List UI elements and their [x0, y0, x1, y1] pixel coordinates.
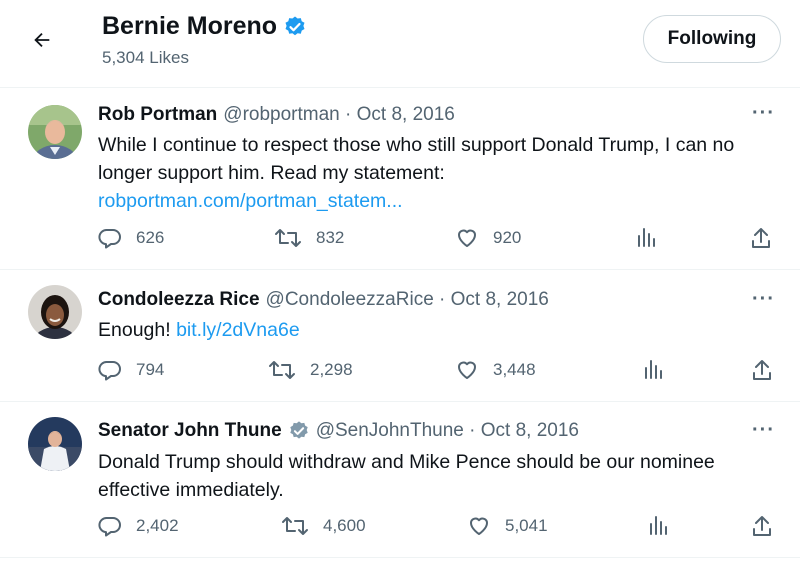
- author-handle-date[interactable]: @robportman · Oct 8, 2016: [223, 104, 455, 126]
- author-handle-date[interactable]: @CondoleezzaRice · Oct 8, 2016: [266, 289, 549, 311]
- profile-header: Bernie Moreno 5,304 Likes Following: [0, 0, 800, 88]
- retweet-count: 2,298: [310, 360, 353, 379]
- like-count: 5,041: [505, 516, 548, 535]
- reply-button[interactable]: 794: [98, 358, 164, 382]
- verified-badge-icon: [288, 420, 310, 442]
- author-handle-date[interactable]: @SenJohnThune · Oct 8, 2016: [316, 420, 579, 442]
- reply-icon: [98, 361, 121, 381]
- avatar[interactable]: [28, 285, 82, 339]
- retweet-icon: [282, 517, 308, 535]
- share-button[interactable]: [750, 226, 772, 250]
- more-icon[interactable]: ···: [752, 419, 775, 442]
- like-button[interactable]: 5,041: [467, 514, 548, 538]
- reply-count: 2,402: [136, 516, 179, 535]
- profile-name: Bernie Moreno: [102, 12, 278, 40]
- retweet-icon: [269, 361, 295, 379]
- views-icon: [650, 516, 667, 535]
- views-button[interactable]: [636, 226, 658, 248]
- tweet-text: While I continue to respect those who st…: [98, 131, 788, 215]
- retweet-button[interactable]: 4,600: [281, 514, 366, 538]
- more-icon[interactable]: ···: [752, 288, 775, 311]
- tweet-header: Senator John Thune @SenJohnThune · Oct 8…: [98, 420, 579, 442]
- retweet-count: 4,600: [323, 516, 366, 535]
- views-icon: [638, 228, 655, 247]
- back-button[interactable]: [24, 22, 60, 58]
- like-icon: [458, 361, 476, 379]
- share-icon: [753, 360, 771, 380]
- views-icon: [645, 360, 662, 379]
- tweet-text: Donald Trump should withdraw and Mike Pe…: [98, 448, 788, 504]
- tweet-header: Condoleezza Rice @CondoleezzaRice · Oct …: [98, 289, 549, 311]
- like-icon: [470, 517, 488, 535]
- author-name[interactable]: Condoleezza Rice: [98, 289, 260, 311]
- share-icon: [753, 516, 771, 536]
- back-arrow-icon: [34, 32, 50, 48]
- retweet-button[interactable]: 832: [274, 226, 344, 250]
- tweet-header: Rob Portman @robportman · Oct 8, 2016: [98, 104, 455, 126]
- retweet-count: 832: [316, 228, 345, 247]
- like-button[interactable]: 920: [455, 226, 521, 250]
- reply-count: 626: [136, 228, 165, 247]
- likes-count: 5,304 Likes: [102, 48, 189, 67]
- like-icon: [458, 229, 476, 247]
- author-name[interactable]: Senator John Thune: [98, 420, 282, 442]
- verified-badge-icon: [283, 15, 307, 39]
- retweet-icon: [275, 229, 301, 247]
- share-button[interactable]: [751, 514, 773, 538]
- author-name[interactable]: Rob Portman: [98, 104, 217, 126]
- avatar[interactable]: [28, 417, 82, 471]
- tweet[interactable]: Senator John Thune @SenJohnThune · Oct 8…: [0, 402, 800, 558]
- profile-name-row: Bernie Moreno: [102, 12, 307, 41]
- tweet-text: Enough! bit.ly/2dVna6e: [98, 316, 788, 344]
- reply-icon: [98, 229, 121, 249]
- like-count: 3,448: [493, 360, 536, 379]
- tweet-link[interactable]: bit.ly/2dVna6e: [176, 319, 300, 341]
- tweet[interactable]: Rob Portman @robportman · Oct 8, 2016 ··…: [0, 88, 800, 270]
- tweet-actions: 2,402 4,600 5,041: [0, 514, 800, 544]
- tweet-link[interactable]: robportman.com/portman_statem...: [98, 190, 403, 212]
- reply-count: 794: [136, 360, 165, 379]
- share-button[interactable]: [751, 358, 773, 382]
- views-button[interactable]: [643, 358, 665, 380]
- like-count: 920: [493, 228, 522, 247]
- tweet-actions: 626 832 920: [0, 226, 800, 256]
- avatar[interactable]: [28, 105, 82, 159]
- tweet-body: Enough!: [98, 319, 177, 341]
- views-button[interactable]: [648, 514, 670, 536]
- tweet[interactable]: Condoleezza Rice @CondoleezzaRice · Oct …: [0, 270, 800, 402]
- reply-button[interactable]: 2,402: [98, 514, 179, 538]
- reply-icon: [98, 517, 121, 537]
- retweet-button[interactable]: 2,298: [268, 358, 353, 382]
- following-button[interactable]: Following: [643, 15, 781, 63]
- tweet-body: Donald Trump should withdraw and Mike Pe…: [98, 451, 715, 501]
- reply-button[interactable]: 626: [98, 226, 164, 250]
- more-icon[interactable]: ···: [752, 102, 775, 125]
- like-button[interactable]: 3,448: [455, 358, 536, 382]
- share-icon: [752, 228, 770, 248]
- tweet-body: While I continue to respect those who st…: [98, 134, 735, 184]
- tweet-actions: 794 2,298 3,448: [0, 358, 800, 388]
